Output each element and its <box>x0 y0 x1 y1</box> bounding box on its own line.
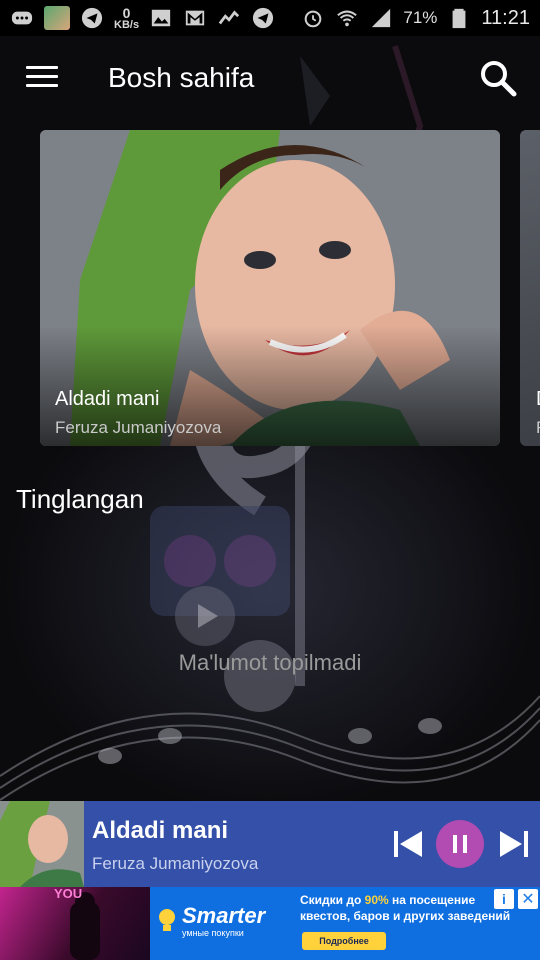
status-bar-right: 71% 11:21 <box>301 6 530 30</box>
pause-icon-bar <box>453 835 457 853</box>
card-song-title: Aldadi mani <box>55 388 160 410</box>
pause-icon-bar <box>463 835 467 853</box>
featured-carousel[interactable]: Aldadi mani Feruza Jumaniyozova D F <box>0 130 540 446</box>
ad-text-prefix: Скидки до <box>300 893 365 907</box>
next-track-icon[interactable] <box>498 827 530 861</box>
carousel-card[interactable]: Aldadi mani Feruza Jumaniyozova <box>40 130 500 446</box>
wifi-icon <box>335 6 359 30</box>
ad-brand-tagline: умные покупки <box>182 928 244 938</box>
photo-thumbnail <box>44 6 70 30</box>
gmail-icon <box>183 6 207 30</box>
ad-info-icon[interactable]: i <box>494 889 514 909</box>
ad-image-text: YOU <box>54 887 83 901</box>
now-playing-artist: Feruza Jumaniyozova <box>92 854 259 873</box>
menu-line <box>26 75 58 78</box>
search-icon[interactable] <box>478 58 518 98</box>
network-speed-unit: KB/s <box>114 19 140 31</box>
menu-line <box>26 84 58 87</box>
battery-percent: 71% <box>403 8 438 27</box>
network-speed: 0 KB/s <box>114 5 140 31</box>
page-title: Bosh sahifa <box>108 62 255 93</box>
card-artist-name: Feruza Jumaniyozova <box>55 418 222 437</box>
card-song-title: D <box>536 388 540 411</box>
status-bar-left: 0 KB/s <box>10 5 275 31</box>
ad-text-highlight: 90% <box>364 893 389 907</box>
messages-icon <box>10 6 34 30</box>
mini-player[interactable]: Aldadi mani Feruza Jumaniyozova <box>0 801 540 887</box>
pause-button[interactable] <box>436 820 484 868</box>
hamburger-menu-icon[interactable] <box>26 66 58 90</box>
clock: 11:21 <box>481 6 530 29</box>
ad-banner[interactable]: YOU Smarter умные покупки Скидки до 90% … <box>0 887 540 960</box>
analytics-icon <box>217 6 241 30</box>
card-artist-name: F <box>536 418 540 438</box>
network-speed-value: 0 <box>122 5 131 21</box>
lightbulb-icon <box>156 907 178 935</box>
menu-line <box>26 66 58 69</box>
signal-icon <box>369 6 393 30</box>
previous-track-icon[interactable] <box>392 827 424 861</box>
telegram-icon <box>80 6 104 30</box>
now-playing-title: Aldadi mani <box>92 817 229 844</box>
gallery-icon <box>149 6 173 30</box>
now-playing-artwork-image <box>0 801 84 887</box>
status-bar: 0 KB/s 71% 11:21 <box>0 0 540 36</box>
battery-icon <box>447 6 471 30</box>
carousel-card-next[interactable]: D F <box>520 130 540 446</box>
ad-brand-name: Smarter <box>182 903 266 928</box>
app-bar: Bosh sahifa <box>0 36 540 122</box>
recently-played-heading: Tinglangan <box>16 484 144 514</box>
telegram-icon-2 <box>251 6 275 30</box>
ad-details-button[interactable]: Подробнее <box>302 932 386 950</box>
ad-close-icon[interactable]: ✕ <box>518 889 538 909</box>
empty-state-message: Ma'lumot topilmadi <box>178 650 362 675</box>
now-playing-artwork <box>0 801 84 887</box>
alarm-icon <box>301 6 325 30</box>
